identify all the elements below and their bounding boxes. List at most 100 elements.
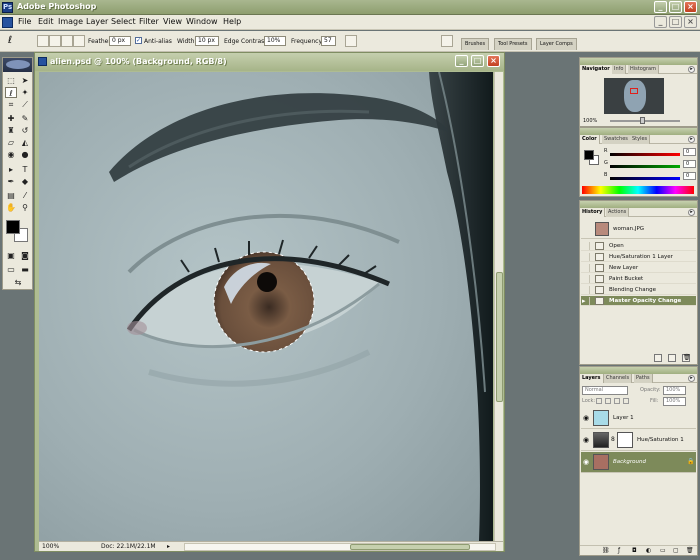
visibility-eye-icon[interactable]: ◉ bbox=[583, 436, 591, 444]
color-spectrum-bar[interactable] bbox=[582, 186, 694, 194]
history-item[interactable]: New Layer bbox=[581, 263, 696, 273]
doc-minimize-button[interactable]: _ bbox=[654, 16, 667, 28]
new-selection-icon[interactable] bbox=[37, 35, 49, 47]
navigator-preview[interactable] bbox=[604, 78, 664, 114]
antialias-checkbox[interactable]: ✓ bbox=[135, 37, 142, 44]
new-adjustment-layer-icon[interactable]: ◐ bbox=[646, 547, 651, 554]
shape-tool-icon[interactable]: ◆ bbox=[19, 176, 31, 187]
menu-layer[interactable]: Layer bbox=[86, 17, 108, 26]
tab-channels[interactable]: Channels bbox=[604, 374, 633, 383]
subtract-selection-icon[interactable] bbox=[61, 35, 73, 47]
g-input[interactable]: 0 bbox=[683, 160, 696, 168]
menu-view[interactable]: View bbox=[163, 17, 182, 26]
edge-contrast-input[interactable]: 10% bbox=[264, 36, 286, 46]
crop-tool-icon[interactable]: ⌗ bbox=[5, 99, 17, 110]
new-document-from-state-icon[interactable] bbox=[654, 354, 662, 362]
frequency-input[interactable]: 57 bbox=[321, 36, 336, 46]
color-foreground-swatch[interactable] bbox=[584, 150, 594, 160]
layer-row[interactable]: ◉ Layer 1 bbox=[581, 408, 696, 429]
color-menu-icon[interactable]: ▸ bbox=[688, 136, 695, 143]
add-selection-icon[interactable] bbox=[49, 35, 61, 47]
lock-position-icon[interactable] bbox=[614, 398, 620, 404]
screen-mode-full-icon[interactable]: ▬ bbox=[19, 264, 31, 275]
status-menu-arrow-icon[interactable]: ▸ bbox=[167, 543, 170, 550]
opacity-input[interactable]: 100% bbox=[663, 386, 686, 395]
lock-image-icon[interactable] bbox=[605, 398, 611, 404]
menu-file[interactable]: File bbox=[18, 17, 31, 26]
tab-styles[interactable]: Styles bbox=[630, 135, 651, 144]
document-maximize-button[interactable]: □ bbox=[471, 55, 484, 67]
standard-mode-icon[interactable]: ▣ bbox=[5, 250, 17, 261]
horizontal-scroll-thumb[interactable] bbox=[350, 544, 470, 550]
b-slider[interactable] bbox=[610, 177, 680, 180]
menu-help[interactable]: Help bbox=[223, 17, 241, 26]
close-button[interactable]: × bbox=[684, 1, 697, 13]
width-input[interactable]: 10 px bbox=[195, 36, 219, 46]
tab-layers[interactable]: Layers bbox=[580, 374, 604, 383]
vertical-scroll-thumb[interactable] bbox=[496, 272, 503, 402]
document-close-button[interactable]: × bbox=[487, 55, 500, 67]
history-snapshot[interactable]: woman.JPG bbox=[581, 220, 696, 239]
tab-color[interactable]: Color bbox=[580, 135, 600, 144]
menu-image[interactable]: Image bbox=[58, 17, 83, 26]
menu-filter[interactable]: Filter bbox=[139, 17, 159, 26]
doc-close-button[interactable]: × bbox=[684, 16, 697, 28]
tab-swatches[interactable]: Swatches bbox=[602, 135, 631, 144]
tab-history[interactable]: History bbox=[580, 208, 606, 217]
marquee-tool-icon[interactable]: ⬚ bbox=[5, 75, 17, 86]
intersect-selection-icon[interactable] bbox=[73, 35, 85, 47]
history-item[interactable]: Open bbox=[581, 241, 696, 251]
r-input[interactable]: 0 bbox=[683, 148, 696, 156]
history-item-active[interactable]: ▸ Master Opacity Change bbox=[581, 296, 696, 306]
horizontal-scrollbar[interactable] bbox=[184, 543, 496, 551]
b-input[interactable]: 0 bbox=[683, 172, 696, 180]
move-tool-icon[interactable]: ➤ bbox=[19, 75, 31, 86]
eraser-tool-icon[interactable]: ▱ bbox=[5, 137, 17, 148]
foreground-color-swatch[interactable] bbox=[6, 220, 20, 234]
visibility-eye-icon[interactable]: ◉ bbox=[583, 458, 591, 466]
navigator-zoom-slider-thumb[interactable] bbox=[640, 117, 645, 124]
fill-input[interactable]: 100% bbox=[663, 397, 686, 406]
clone-stamp-tool-icon[interactable]: ♜ bbox=[5, 125, 17, 136]
maximize-button[interactable]: □ bbox=[669, 1, 682, 13]
dodge-tool-icon[interactable]: ● bbox=[19, 149, 31, 160]
link-layers-icon[interactable]: ⛓ bbox=[602, 547, 610, 554]
magnetic-lasso-preset-icon[interactable]: ℓ bbox=[8, 35, 20, 47]
palette-well-tab-brushes[interactable]: Brushes bbox=[461, 38, 490, 50]
minimize-button[interactable]: _ bbox=[654, 1, 667, 13]
jump-to-imageready-icon[interactable]: ⇆ bbox=[12, 277, 24, 288]
delete-layer-icon[interactable]: 🗑 bbox=[686, 547, 694, 554]
menu-select[interactable]: Select bbox=[111, 17, 136, 26]
navigator-zoom[interactable]: 100% bbox=[583, 118, 597, 124]
image-canvas[interactable] bbox=[39, 72, 493, 541]
zoom-level[interactable]: 100% bbox=[42, 543, 59, 550]
layers-menu-icon[interactable]: ▸ bbox=[688, 375, 695, 382]
feather-input[interactable]: 0 px bbox=[109, 36, 131, 46]
new-group-icon[interactable]: ▭ bbox=[660, 547, 666, 554]
layer-style-icon[interactable]: ƒ bbox=[618, 547, 620, 554]
file-browser-icon[interactable] bbox=[441, 35, 453, 47]
eyedropper-tool-icon[interactable]: ⁄ bbox=[19, 190, 31, 201]
healing-brush-tool-icon[interactable]: ✚ bbox=[5, 113, 17, 124]
path-selection-tool-icon[interactable]: ▸ bbox=[5, 164, 17, 175]
layer-row[interactable]: ◉ 8 Hue/Saturation 1 bbox=[581, 430, 696, 451]
brush-tool-icon[interactable]: ✎ bbox=[19, 113, 31, 124]
lock-transparency-icon[interactable] bbox=[596, 398, 602, 404]
history-item[interactable]: Paint Bucket bbox=[581, 274, 696, 284]
tab-paths[interactable]: Paths bbox=[634, 374, 653, 383]
tab-info[interactable]: Info bbox=[612, 65, 627, 74]
r-slider[interactable] bbox=[610, 153, 680, 156]
tab-navigator[interactable]: Navigator bbox=[580, 65, 613, 74]
new-snapshot-icon[interactable] bbox=[668, 354, 676, 362]
history-item[interactable]: Hue/Saturation 1 Layer bbox=[581, 252, 696, 262]
quick-mask-mode-icon[interactable]: ◙ bbox=[19, 250, 31, 261]
navigator-zoom-slider[interactable] bbox=[610, 120, 680, 122]
pen-tool-icon[interactable]: ✒ bbox=[5, 176, 17, 187]
slice-tool-icon[interactable]: ⟋ bbox=[19, 99, 31, 110]
history-brush-tool-icon[interactable]: ↺ bbox=[19, 125, 31, 136]
magic-wand-tool-icon[interactable]: ✦ bbox=[19, 87, 31, 98]
doc-restore-button[interactable]: □ bbox=[669, 16, 682, 28]
add-mask-icon[interactable]: ◘ bbox=[632, 547, 637, 554]
navigator-menu-icon[interactable]: ▸ bbox=[688, 66, 695, 73]
history-menu-icon[interactable]: ▸ bbox=[688, 209, 695, 216]
